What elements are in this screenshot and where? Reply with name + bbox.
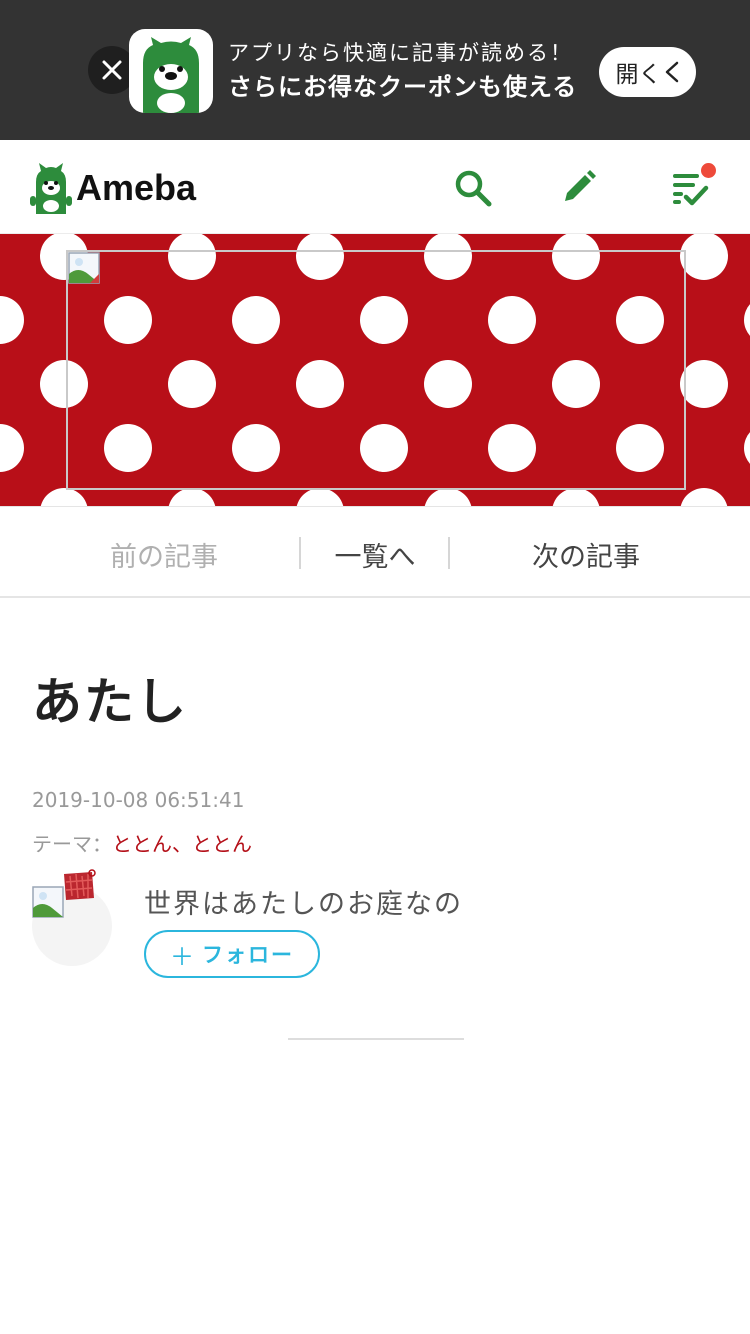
close-icon xyxy=(102,60,122,80)
notifications-button[interactable] xyxy=(668,163,716,209)
ameba-app-icon xyxy=(129,29,213,113)
author-avatar[interactable] xyxy=(32,869,112,966)
content-divider xyxy=(288,1038,464,1040)
ameba-mascot-icon xyxy=(30,163,72,214)
article-list-link[interactable]: 一覧へ xyxy=(300,535,450,574)
next-article-link[interactable]: 次の記事 xyxy=(450,535,722,574)
broken-image-icon xyxy=(68,252,100,284)
follow-label: フォロー xyxy=(202,944,294,967)
ameba-logo[interactable]: Ameba xyxy=(30,162,196,214)
search-button[interactable] xyxy=(452,167,494,209)
open-app-button[interactable]: 開く xyxy=(599,47,696,97)
notification-dot xyxy=(701,163,716,178)
prev-article-link[interactable]: 前の記事 xyxy=(0,535,328,574)
article-navigation: 前の記事 一覧へ 次の記事 xyxy=(0,506,750,598)
article-date: 2019-10-08 06:51:41 xyxy=(32,788,245,812)
article-theme: テーマ：ととん、ととん xyxy=(32,828,252,857)
plus-icon: ＋ xyxy=(170,943,196,971)
theme-label: テーマ： xyxy=(32,832,112,856)
banner-line-1: アプリなら快適に記事が読める！ xyxy=(228,41,573,65)
blog-header-image xyxy=(0,234,750,506)
article-title: あたし xyxy=(32,673,188,731)
search-icon xyxy=(455,170,492,207)
pencil-icon xyxy=(565,170,596,201)
author-name[interactable]: 世界はあたしのお庭なの xyxy=(144,882,463,921)
site-header: Ameba xyxy=(0,140,750,234)
write-post-button[interactable] xyxy=(557,167,599,209)
open-app-label: 開く xyxy=(615,61,662,87)
logo-text: Ameba xyxy=(76,167,197,208)
banner-line-2: さらにお得なクーポンも使える xyxy=(228,73,578,101)
chevron-left-icon xyxy=(665,61,678,83)
theme-link[interactable]: ととん、ととん xyxy=(112,832,252,856)
red-stamp-icon xyxy=(64,869,96,900)
follow-button[interactable]: ＋ フォロー xyxy=(144,930,320,978)
broken-image-icon xyxy=(32,886,64,918)
header-image-frame[interactable] xyxy=(66,250,686,490)
app-install-banner: アプリなら快適に記事が読める！ さらにお得なクーポンも使える 開く xyxy=(0,0,750,140)
banner-text: アプリなら快適に記事が読める！ さらにお得なクーポンも使える xyxy=(228,38,598,104)
